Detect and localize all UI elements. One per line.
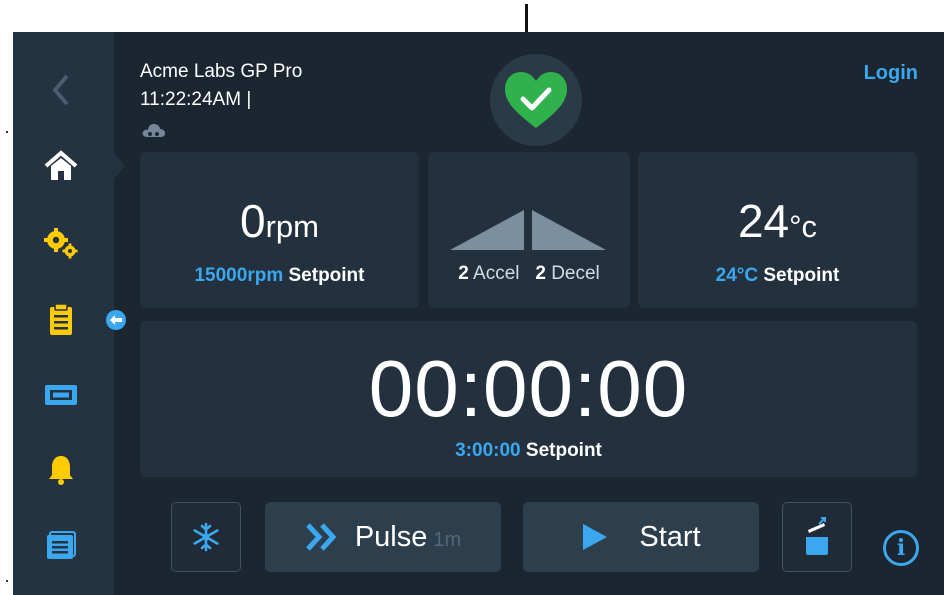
info-button[interactable]: i <box>883 530 919 566</box>
lid-open-button[interactable] <box>782 502 852 572</box>
sidebar-item-rotor[interactable] <box>39 375 83 415</box>
accel-value: 2 <box>458 263 469 284</box>
decel-label: Decel <box>551 263 600 284</box>
gears-icon <box>44 228 78 259</box>
decel-value: 2 <box>535 263 546 284</box>
pulse-label: Pulse <box>354 520 428 553</box>
sidebar-item-home[interactable] <box>39 146 83 186</box>
pulse-duration: 1m <box>433 528 462 551</box>
sidebar-item-settings[interactable] <box>39 223 83 263</box>
speed-value: 0 <box>240 195 266 247</box>
timer-setpoint-label: Setpoint <box>525 440 602 461</box>
active-item-indicator <box>114 153 125 179</box>
sidebar <box>13 32 114 595</box>
chevron-left-icon <box>52 74 69 106</box>
rotor-icon <box>45 385 77 405</box>
temperature-setpoint-label: Setpoint <box>763 265 840 286</box>
accel-label: Accel <box>473 263 520 284</box>
bell-icon <box>49 456 73 485</box>
ramp-panel[interactable]: 2 Accel 2 Decel <box>428 152 630 308</box>
pulse-button[interactable]: Pulse 1m <box>265 502 501 572</box>
heart-check-icon <box>505 72 567 128</box>
login-button[interactable]: Login <box>864 62 918 85</box>
device-screen: Acme Labs GP Pro 11:22:24AM | Login 0rpm… <box>13 32 944 595</box>
crop-mark <box>6 131 8 133</box>
timer-panel[interactable]: 00:00:00 3:00:00 Setpoint <box>140 321 917 477</box>
back-button[interactable] <box>39 70 83 110</box>
accel-ramp-icon <box>450 210 524 250</box>
play-icon <box>583 524 608 550</box>
temperature-readout: 24°c <box>638 194 917 248</box>
speed-panel[interactable]: 0rpm 15000rpm Setpoint <box>140 152 419 308</box>
speed-setpoint-value: 15000rpm <box>194 265 284 286</box>
temperature-setpoint: 24°C Setpoint <box>638 265 917 287</box>
speed-setpoint-label: Setpoint <box>288 265 365 286</box>
temperature-value: 24 <box>737 195 790 247</box>
cloud-icon <box>142 124 165 137</box>
temperature-panel[interactable]: 24°c 24°C Setpoint <box>638 152 917 308</box>
timer-setpoint-value: 3:00:00 <box>455 440 521 461</box>
device-name: Acme Labs GP Pro <box>140 61 303 82</box>
clipboard-icon <box>50 303 72 335</box>
sidebar-item-log[interactable] <box>39 300 83 340</box>
crop-mark <box>6 580 8 582</box>
info-icon: i <box>896 535 906 561</box>
start-label: Start <box>639 520 701 553</box>
fast-cool-button[interactable] <box>171 502 241 572</box>
collapse-sidebar-button[interactable] <box>106 310 126 330</box>
speed-setpoint: 15000rpm Setpoint <box>140 265 419 287</box>
timer-setpoint: 3:00:00 Setpoint <box>140 440 917 462</box>
speed-readout: 0rpm <box>140 194 419 248</box>
sidebar-item-programs[interactable] <box>39 525 83 565</box>
clock: 11:22:24AM | <box>140 89 252 110</box>
ramp-values: 2 Accel 2 Decel <box>428 263 630 285</box>
temperature-setpoint-value: 24°C <box>715 265 759 286</box>
program-list-icon <box>47 531 76 559</box>
timer-value: 00:00:00 <box>368 344 689 433</box>
lid-open-icon <box>806 517 828 555</box>
start-button[interactable]: Start <box>523 502 759 572</box>
double-chevron-right-icon <box>305 523 337 551</box>
snowflake-icon <box>193 522 219 552</box>
temperature-unit: °c <box>789 209 818 244</box>
sidebar-item-alarms[interactable] <box>39 450 83 490</box>
speed-unit: rpm <box>265 209 319 244</box>
decel-ramp-icon <box>532 210 606 250</box>
home-icon <box>44 150 78 180</box>
arrow-left-icon <box>110 315 122 325</box>
